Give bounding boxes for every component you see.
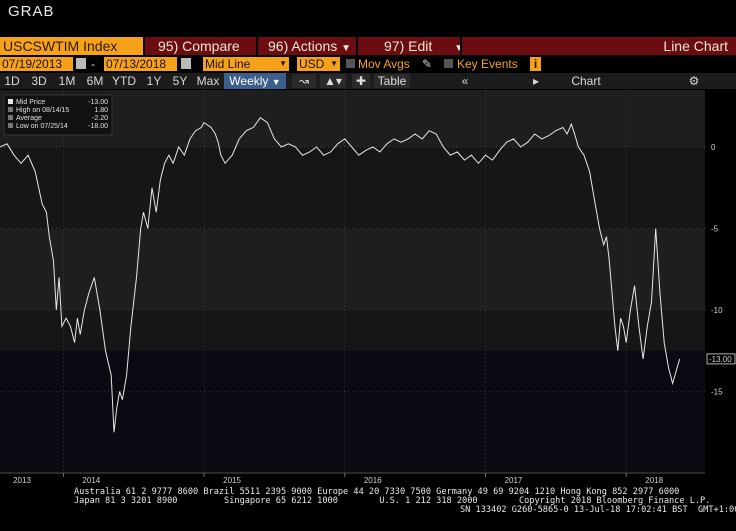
currency-select[interactable]: USD ▼ bbox=[297, 57, 340, 71]
chart-band bbox=[0, 350, 705, 473]
chart-legend: Mid Price -13.00 High on 08/14/15 1.80 Avera… bbox=[3, 94, 113, 136]
y-tick-label: -5 bbox=[711, 225, 719, 234]
line-chart-icon[interactable]: ↝ bbox=[292, 74, 316, 88]
table-button[interactable]: Table bbox=[374, 74, 410, 88]
chevron-down-icon: ▼ bbox=[330, 59, 338, 68]
legend-swatch bbox=[8, 123, 13, 128]
x-tick-label: 2018 bbox=[645, 476, 663, 485]
last-value-marker: -13.00 bbox=[706, 353, 736, 365]
end-date-field[interactable]: 07/13/2018 bbox=[104, 57, 177, 71]
y-tick-label: -10 bbox=[711, 306, 723, 315]
legend-label: Mid Price bbox=[16, 99, 45, 106]
y-tick-label: 0 bbox=[711, 143, 716, 152]
edit-button[interactable]: 97) Edit ▼ bbox=[384, 37, 464, 55]
frequency-value: Weekly bbox=[229, 74, 269, 88]
footer-session: SN 133402 G260-5865-0 13-Jul-18 17:02:41… bbox=[460, 505, 736, 515]
date-separator: - bbox=[91, 57, 95, 71]
legend-label: High on 08/14/15 bbox=[16, 107, 69, 114]
line-type-value: Mid Line bbox=[205, 57, 251, 71]
x-tick-label: 2013 bbox=[13, 476, 31, 485]
info-icon[interactable]: i bbox=[530, 57, 541, 71]
tab-1m[interactable]: 1M bbox=[56, 73, 78, 89]
price-chart[interactable]: 0 -5 -10 -15 2013 2014 2015 2016 2017 2018 -13.0… bbox=[0, 90, 736, 486]
separator bbox=[256, 37, 258, 55]
legend-value: -2.20 bbox=[92, 115, 108, 122]
gear-icon[interactable]: ⚙ bbox=[686, 73, 702, 89]
frequency-select[interactable]: Weekly ▼ bbox=[224, 73, 286, 89]
start-date-field[interactable]: 07/19/2013 bbox=[0, 57, 73, 71]
legend-value: -18.00 bbox=[88, 123, 108, 130]
actions-label: 96) Actions bbox=[268, 38, 338, 54]
line-type-select[interactable]: Mid Line ▼ bbox=[203, 57, 289, 71]
key-events-checkbox[interactable] bbox=[444, 59, 453, 68]
x-tick-label: 2014 bbox=[82, 476, 100, 485]
chart-band bbox=[0, 310, 705, 351]
currency-value: USD bbox=[299, 57, 325, 71]
chart-band bbox=[0, 147, 705, 229]
separator bbox=[143, 37, 145, 55]
chevron-down-icon: ▼ bbox=[279, 59, 287, 68]
key-events-label: Key Events bbox=[457, 57, 518, 71]
tab-3d[interactable]: 3D bbox=[28, 73, 50, 89]
caret-down-icon: ▼ bbox=[271, 77, 281, 87]
tab-1y[interactable]: 1Y bbox=[144, 73, 164, 89]
x-tick-label: 2016 bbox=[364, 476, 382, 485]
period-tabs: 1D 3D 1M 6M YTD 1Y 5Y Max Weekly ▼ ↝ ▲▾ … bbox=[0, 73, 736, 104]
legend-label: Low on 07/25/14 bbox=[16, 123, 68, 130]
x-tick-label: 2015 bbox=[223, 476, 241, 485]
chart-content-label: Chart Content bbox=[565, 74, 607, 104]
options-row: 07/19/2013 - 07/13/2018 Mid Line ▼ USD ▼… bbox=[0, 56, 736, 72]
separator bbox=[460, 37, 462, 55]
double-chevron-left-icon[interactable]: « bbox=[456, 73, 474, 89]
legend-value: 1.80 bbox=[94, 107, 108, 114]
legend-label: Average bbox=[16, 115, 42, 122]
mov-avgs-checkbox[interactable] bbox=[346, 59, 355, 68]
chevron-right-icon[interactable]: ▸ bbox=[530, 73, 542, 89]
app-title: GRAB bbox=[8, 3, 55, 20]
legend-swatch bbox=[8, 99, 13, 104]
chart-band bbox=[0, 228, 705, 311]
mov-avgs-label: Mov Avgs bbox=[358, 57, 410, 71]
legend-swatch bbox=[8, 107, 13, 112]
tab-1d[interactable]: 1D bbox=[2, 73, 22, 89]
tab-ytd[interactable]: YTD bbox=[110, 73, 138, 89]
caret-down-icon: ▼ bbox=[341, 43, 352, 54]
footer: Australia 61 2 9777 8600 Brazil 5511 239… bbox=[0, 486, 736, 531]
y-tick-label: -15 bbox=[711, 388, 723, 397]
calendar-icon[interactable] bbox=[181, 58, 191, 69]
separator bbox=[356, 37, 358, 55]
legend-swatch bbox=[8, 115, 13, 120]
legend-value: -13.00 bbox=[88, 99, 108, 106]
last-value-label: -13.00 bbox=[709, 355, 732, 364]
tab-5y[interactable]: 5Y bbox=[170, 73, 190, 89]
x-tick-label: 2017 bbox=[505, 476, 523, 485]
tab-6m[interactable]: 6M bbox=[84, 73, 106, 89]
crosshair-icon[interactable]: ✚ bbox=[352, 74, 370, 88]
actions-button[interactable]: 96) Actions ▼ bbox=[268, 37, 351, 55]
ticker-field[interactable]: USCSWTIM Index bbox=[0, 37, 143, 55]
command-bar: USCSWTIM Index 95) Compare 96) Actions ▼… bbox=[0, 37, 736, 55]
calendar-icon[interactable] bbox=[76, 58, 86, 69]
chart-style-icon[interactable]: ▲▾ bbox=[320, 74, 346, 88]
tab-max[interactable]: Max bbox=[195, 73, 221, 89]
edit-label: 97) Edit bbox=[384, 38, 433, 54]
pencil-icon[interactable]: ✎ bbox=[422, 57, 432, 71]
compare-button[interactable]: 95) Compare bbox=[158, 37, 240, 55]
chart-type-label: Line Chart bbox=[663, 38, 728, 54]
